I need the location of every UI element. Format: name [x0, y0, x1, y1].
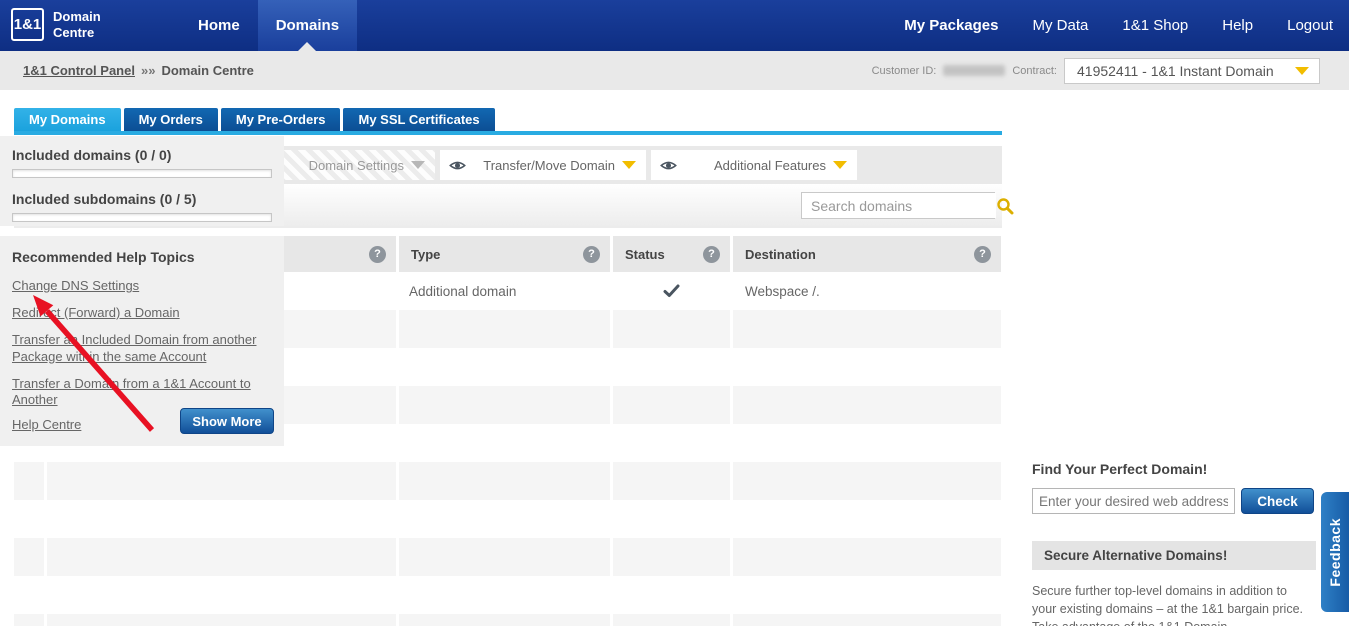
show-more-button[interactable]: Show More [180, 408, 274, 434]
search-icon[interactable] [996, 197, 1014, 215]
table-row-empty [14, 462, 1002, 500]
customer-id-label: Customer ID: [872, 65, 937, 77]
header-status-label: Status [625, 247, 665, 262]
help-topics-panel: Recommended Help Topics Change DNS Setti… [0, 236, 284, 446]
nav-item-logout[interactable]: Logout [1287, 0, 1333, 51]
breadcrumb-bar: 1&1 Control Panel»»Domain Centre Custome… [0, 51, 1349, 90]
nav-item-domains-label: Domains [276, 17, 339, 34]
included-subdomains-progressbar [12, 213, 272, 222]
help-footer: Help Centre Show More [12, 408, 274, 434]
help-icon[interactable]: ? [369, 246, 386, 263]
domain-search-input[interactable] [1032, 488, 1235, 514]
chevron-down-icon [622, 161, 636, 169]
header-destination: Destination ? [733, 236, 1001, 272]
active-tab-underline [14, 131, 1002, 135]
domain-centre-page: { "brand": { "logo": "1&1", "product": "… [0, 0, 1349, 626]
contract-dropdown[interactable]: 41952411 - 1&1 Instant Domain [1064, 58, 1320, 84]
additional-features-label: Additional Features [714, 158, 833, 173]
domain-tabs: My Domains My Orders My Pre-Orders My SS… [14, 108, 495, 131]
header-type: Type ? [399, 236, 610, 272]
domain-type: Additional domain [399, 284, 516, 299]
eye-icon [660, 157, 677, 174]
included-domains-progressbar [12, 169, 272, 178]
help-icon[interactable]: ? [583, 246, 600, 263]
contract-dropdown-value: 41952411 - 1&1 Instant Domain [1077, 63, 1295, 79]
nav-item-shop[interactable]: 1&1 Shop [1122, 0, 1188, 51]
promo-text: Secure further top-level domains in addi… [1032, 583, 1308, 626]
tab-my-domains[interactable]: My Domains [14, 108, 121, 131]
row-type-cell: Additional domain [399, 272, 610, 310]
feedback-tab-label: Feedback [1327, 518, 1343, 587]
primary-nav: Home Domains [180, 0, 357, 51]
header-status: Status ? [613, 236, 730, 272]
row-status-cell [613, 272, 730, 310]
breadcrumb-current: Domain Centre [161, 63, 253, 78]
chevron-down-icon [1295, 67, 1309, 75]
breadcrumb: 1&1 Control Panel»»Domain Centre [23, 51, 254, 90]
domain-search-section: Find Your Perfect Domain! Check [1032, 461, 1316, 514]
nav-item-help[interactable]: Help [1222, 0, 1253, 51]
header-type-label: Type [411, 247, 440, 262]
top-navbar: 1&1 Domain Centre Home Domains My Packag… [0, 0, 1349, 51]
usage-panel: Included domains (0 / 0) Included subdom… [0, 136, 284, 226]
nav-item-my-packages[interactable]: My Packages [904, 0, 998, 51]
domain-destination: Webspace /. [733, 284, 820, 299]
chevron-down-icon [411, 161, 425, 169]
help-link-transfer-account[interactable]: Transfer a Domain from a 1&1 Account to … [12, 376, 272, 410]
help-link-redirect[interactable]: Redirect (Forward) a Domain [12, 305, 272, 322]
included-domains-label: Included domains (0 / 0) [12, 147, 272, 163]
domain-settings-label: Domain Settings [309, 158, 411, 173]
chevron-down-icon [833, 161, 847, 169]
table-row-empty [14, 500, 1002, 538]
feedback-tab[interactable]: Feedback [1321, 492, 1349, 612]
nav-item-domains[interactable]: Domains [258, 0, 357, 51]
breadcrumb-control-panel-link[interactable]: 1&1 Control Panel [23, 63, 135, 78]
help-icon[interactable]: ? [974, 246, 991, 263]
additional-features-button[interactable]: Additional Features [651, 150, 857, 180]
help-icon[interactable]: ? [703, 246, 720, 263]
included-subdomains-label: Included subdomains (0 / 5) [12, 191, 272, 207]
customer-id-redacted [943, 65, 1005, 76]
help-topics-title: Recommended Help Topics [12, 249, 272, 265]
table-row-empty [14, 576, 1002, 614]
active-nav-notch [298, 42, 316, 51]
check-domain-button[interactable]: Check [1241, 488, 1314, 514]
brand-logo[interactable]: 1&1 [11, 8, 44, 41]
tab-my-ssl-certificates[interactable]: My SSL Certificates [343, 108, 494, 131]
status-check-icon [663, 284, 680, 298]
help-centre-link[interactable]: Help Centre [12, 417, 81, 434]
table-row-empty [14, 614, 1002, 626]
utility-nav: My Packages My Data 1&1 Shop Help Logout [904, 0, 1333, 51]
eye-icon [449, 157, 466, 174]
help-link-transfer-included[interactable]: Transfer an Included Domain from another… [12, 332, 272, 366]
table-row-empty [14, 538, 1002, 576]
promo-title-band: Secure Alternative Domains! [1032, 541, 1316, 570]
search-box [801, 192, 995, 219]
product-name: Domain Centre [53, 9, 119, 42]
header-destination-label: Destination [745, 247, 816, 262]
transfer-move-domain-button[interactable]: Transfer/Move Domain [440, 150, 646, 180]
help-link-dns[interactable]: Change DNS Settings [12, 278, 272, 295]
nav-item-home[interactable]: Home [180, 0, 258, 51]
nav-item-my-data[interactable]: My Data [1033, 0, 1089, 51]
contract-label: Contract: [1012, 65, 1057, 77]
row-destination-cell: Webspace /. [733, 272, 1001, 310]
account-info: Customer ID: Contract: 41952411 - 1&1 In… [872, 51, 1320, 90]
promo-title: Secure Alternative Domains! [1044, 548, 1227, 563]
domain-search-title: Find Your Perfect Domain! [1032, 461, 1316, 477]
tab-my-orders[interactable]: My Orders [124, 108, 218, 131]
transfer-move-domain-label: Transfer/Move Domain [483, 158, 622, 173]
breadcrumb-separator: »» [135, 63, 161, 78]
tab-my-pre-orders[interactable]: My Pre-Orders [221, 108, 341, 131]
search-input[interactable] [802, 193, 996, 218]
